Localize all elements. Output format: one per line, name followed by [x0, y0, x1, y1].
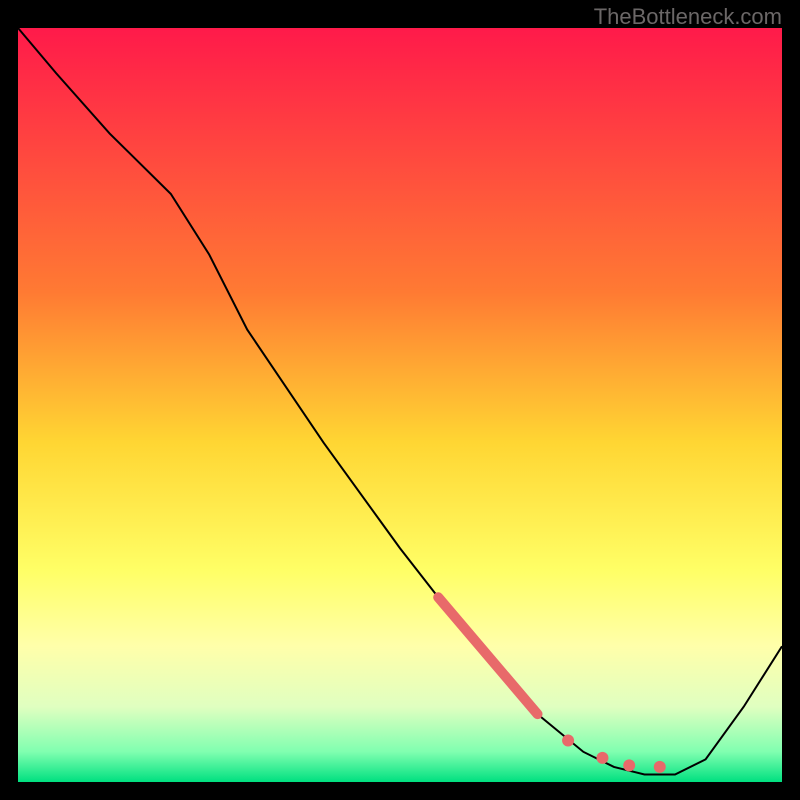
- watermark-text: TheBottleneck.com: [594, 4, 782, 30]
- series-dots-point: [623, 759, 635, 771]
- series-dots-point: [562, 735, 574, 747]
- series-dots-point: [596, 752, 608, 764]
- chart-plot-area: [18, 28, 782, 782]
- chart-background: [18, 28, 782, 782]
- series-dots-point: [654, 761, 666, 773]
- chart-svg: [18, 28, 782, 782]
